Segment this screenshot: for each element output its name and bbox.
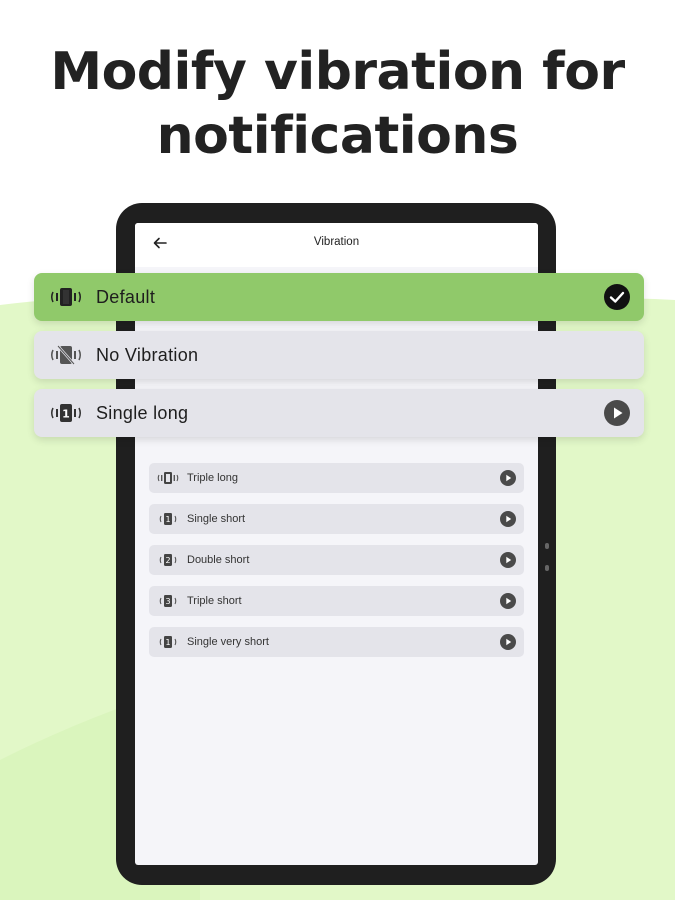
option-no-vibration[interactable]: No Vibration [34, 331, 644, 379]
play-circle-icon[interactable] [500, 634, 516, 650]
tablet-side-button [545, 565, 549, 571]
svg-text:3: 3 [165, 597, 170, 606]
option-label: Single long [96, 402, 189, 423]
app-bar: Vibration [135, 223, 538, 267]
headline-line-2: notifications [156, 106, 519, 166]
vibration-icon: 2 [157, 552, 179, 568]
headline-line-1: Modify vibration for [50, 42, 625, 102]
list-item-label: Single short [187, 513, 246, 525]
list-item-label: Single very short [187, 636, 269, 648]
list-item-single-very-short[interactable]: 1 Single very short [149, 627, 524, 657]
svg-text:1: 1 [165, 638, 170, 647]
list-item-label: Triple short [187, 595, 242, 607]
option-single-long[interactable]: 1 Single long [34, 389, 644, 437]
vibration-icon: 3 [157, 593, 179, 609]
screen-title: Vibration [313, 236, 360, 248]
play-circle-icon[interactable] [500, 593, 516, 609]
vibration-icon: 1 [157, 634, 179, 650]
svg-text:2: 2 [165, 556, 170, 565]
option-default[interactable]: Default [34, 273, 644, 321]
svg-text:1: 1 [165, 515, 170, 524]
vibration-icon: 1 [48, 401, 84, 425]
play-circle-icon[interactable] [500, 511, 516, 527]
play-circle-icon[interactable] [603, 399, 631, 427]
list-item-label: Triple long [187, 472, 238, 484]
check-circle-icon [604, 284, 630, 310]
list-item-single-short[interactable]: 1 Single short [149, 504, 524, 534]
svg-text:1: 1 [62, 408, 70, 421]
list-item-double-short[interactable]: 2 Double short [149, 545, 524, 575]
play-circle-icon[interactable] [500, 470, 516, 486]
option-label: No Vibration [96, 344, 199, 365]
option-label: Default [96, 286, 156, 307]
list-item-triple-short[interactable]: 3 Triple short [149, 586, 524, 616]
tablet-side-button [545, 543, 549, 549]
vibration-list: Triple long 1 Single short 2 Double shor… [149, 463, 524, 668]
vibration-icon: 1 [157, 511, 179, 527]
list-item-triple-long[interactable]: Triple long [149, 463, 524, 493]
list-item-label: Double short [187, 554, 250, 566]
vibration-icon [48, 285, 84, 309]
headline: Modify vibration for notifications [0, 40, 675, 168]
vibration-icon [157, 470, 179, 486]
play-circle-icon[interactable] [500, 552, 516, 568]
no-vibration-icon [48, 343, 84, 367]
